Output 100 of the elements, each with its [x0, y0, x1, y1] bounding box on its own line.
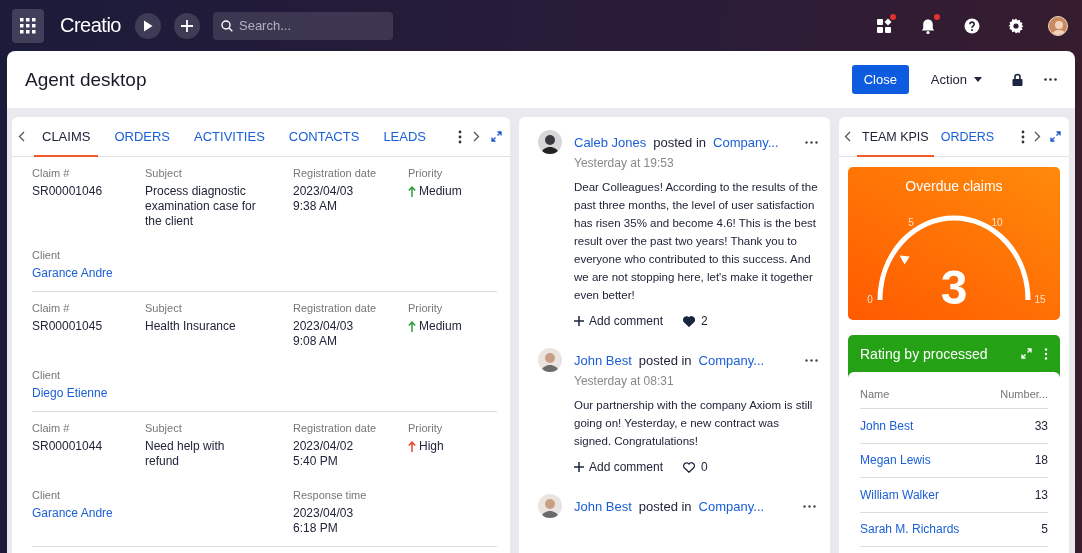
tick-label: 10 — [991, 216, 1003, 228]
client-link[interactable]: Garance Andre — [32, 506, 145, 521]
posted-in-text: posted in — [638, 498, 692, 514]
expand-icon[interactable] — [491, 131, 502, 142]
field-value: 2023/04/03 9:08 AM — [293, 319, 355, 349]
tab[interactable]: LEADS — [375, 117, 434, 157]
tab[interactable]: TEAM KPIS — [857, 117, 934, 157]
tick-label: 5 — [908, 216, 914, 228]
field-label: Subject — [145, 167, 183, 179]
avatar — [538, 130, 562, 154]
count-value: 33 — [1034, 418, 1048, 433]
person-link[interactable]: Megan Lewis — [860, 453, 931, 468]
channel-link[interactable]: Company... — [698, 498, 765, 514]
plus-icon — [574, 462, 584, 472]
tab[interactable]: ACTIVITIES — [186, 117, 273, 157]
field-label: Subject — [145, 302, 183, 314]
gauge-value: 3 — [940, 261, 968, 312]
caret-icon — [974, 77, 982, 82]
apps-menu-button[interactable] — [12, 8, 44, 43]
like-count: 2 — [701, 314, 708, 328]
close-button[interactable]: Close — [851, 65, 909, 94]
column-header: Number... — [1000, 388, 1048, 400]
kebab-menu-icon[interactable] — [458, 129, 462, 144]
posted-in-text: posted in — [653, 134, 707, 150]
run-button[interactable] — [135, 12, 161, 39]
author-link[interactable]: Caleb Jones — [574, 134, 647, 150]
count-value: 13 — [1034, 487, 1048, 502]
settings-icon — [1008, 17, 1024, 34]
plus-icon — [181, 19, 193, 32]
field-value: 2023/04/02 5:40 PM — [293, 439, 355, 469]
like-count: 0 — [701, 460, 708, 474]
more-icon[interactable] — [805, 140, 818, 144]
heart-icon[interactable] — [683, 315, 696, 327]
avatar — [538, 494, 562, 518]
column-header: Name — [860, 388, 890, 400]
more-icon[interactable] — [805, 358, 818, 362]
logo: Creatio — [60, 14, 121, 37]
field-value: SR00001046 — [32, 184, 104, 199]
field-label: Priority — [408, 167, 444, 179]
user-avatar[interactable] — [1048, 15, 1068, 36]
page-title: Agent desktop — [25, 68, 147, 91]
count-value: 18 — [1034, 453, 1048, 468]
count-value: 5 — [1041, 522, 1048, 537]
field-value: Health Insurance — [145, 319, 237, 334]
tab[interactable]: ORDERS — [106, 117, 179, 157]
grid-icon — [19, 16, 37, 35]
field-label: Claim # — [32, 302, 71, 314]
field-label: Registration date — [293, 167, 378, 179]
field-label: Client — [32, 249, 62, 261]
field-label: Registration date — [293, 302, 378, 314]
chevron-left-icon[interactable] — [844, 131, 851, 142]
person-link[interactable]: John Best — [860, 418, 914, 433]
field-value: Need help with refund — [145, 439, 226, 469]
author-link[interactable]: John Best — [574, 352, 632, 368]
more-icon[interactable] — [1044, 78, 1057, 81]
add-comment-button[interactable]: Add comment — [574, 460, 664, 474]
plus-icon — [574, 316, 584, 326]
field-label: Client — [32, 369, 62, 381]
field-label: Claim # — [32, 422, 71, 434]
tab[interactable]: CLAIMS — [34, 117, 99, 157]
post-time: Yesterday at 08:31 — [574, 374, 675, 388]
heart-icon[interactable] — [683, 461, 696, 473]
priority-value: Medium — [419, 184, 462, 199]
add-comment-button[interactable]: Add comment — [574, 314, 664, 328]
field-label: Registration date — [293, 422, 378, 434]
lock-icon[interactable] — [1012, 73, 1023, 86]
avatar — [538, 348, 562, 372]
chevron-left-icon[interactable] — [18, 131, 25, 142]
expand-icon[interactable] — [1050, 131, 1061, 142]
chevron-right-icon[interactable] — [473, 131, 480, 142]
field-label: Client — [32, 489, 62, 501]
client-link[interactable]: Diego Etienne — [32, 386, 145, 401]
more-icon[interactable] — [803, 504, 816, 508]
chevron-right-icon[interactable] — [1034, 131, 1041, 142]
field-label: Claim # — [32, 167, 71, 179]
field-value: SR00001044 — [32, 439, 104, 454]
field-value: 2023/04/03 9:38 AM — [293, 184, 355, 214]
post-text: Dear Colleagues! According to the results of the past three months, the level of user satisfaction has risen 35% and become 4.6! This is the best result over the past two years! Thank you to everyone who contributed to this success. And we are not stopping here, let's make it together even better! — [574, 180, 818, 303]
field-value: 2023/04/03 6:18 PM — [293, 506, 355, 536]
channel-link[interactable]: Company... — [713, 134, 779, 150]
client-link[interactable]: Garance Andre — [32, 266, 145, 281]
person-link[interactable]: Sarah M. Richards — [860, 522, 960, 537]
field-label: Subject — [145, 422, 183, 434]
priority-value: High — [419, 439, 444, 454]
field-label: Priority — [408, 422, 444, 434]
tab[interactable]: CONTACTS — [280, 117, 368, 157]
channel-link[interactable]: Company... — [698, 352, 765, 368]
help-icon — [964, 17, 980, 34]
priority-value: Medium — [419, 319, 462, 334]
tab[interactable]: ORDERS — [935, 117, 1000, 157]
field-value: SR00001045 — [32, 319, 104, 334]
field-label: Priority — [408, 302, 444, 314]
kebab-menu-icon[interactable] — [1021, 129, 1025, 144]
search-icon — [221, 19, 233, 32]
action-button[interactable]: Action — [926, 65, 986, 94]
tick-label: 15 — [1034, 294, 1046, 305]
person-link[interactable]: William Walker — [860, 487, 939, 502]
author-link[interactable]: John Best — [574, 498, 632, 514]
add-button[interactable] — [174, 12, 200, 39]
posted-in-text: posted in — [638, 352, 692, 368]
